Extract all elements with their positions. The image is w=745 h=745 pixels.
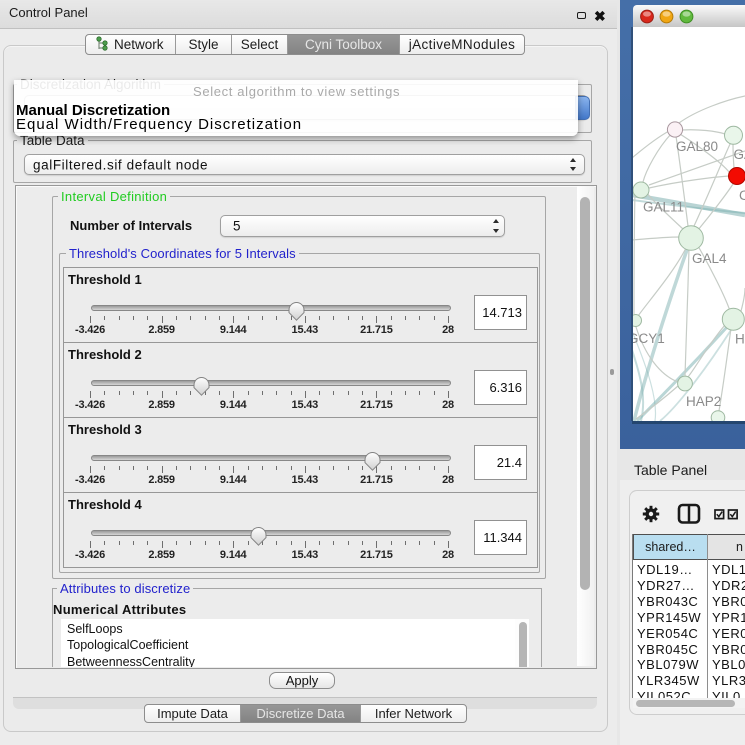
svg-text:GAL80: GAL80 <box>676 139 718 154</box>
svg-text:HAP2: HAP2 <box>686 394 721 409</box>
svg-text:GAL4: GAL4 <box>692 251 727 266</box>
svg-text:GCY1: GCY1 <box>632 331 665 346</box>
svg-text:GA: GA <box>734 147 745 162</box>
svg-text:H: H <box>735 332 745 347</box>
svg-text:C: C <box>739 188 745 203</box>
svg-text:GAL11: GAL11 <box>643 200 684 215</box>
